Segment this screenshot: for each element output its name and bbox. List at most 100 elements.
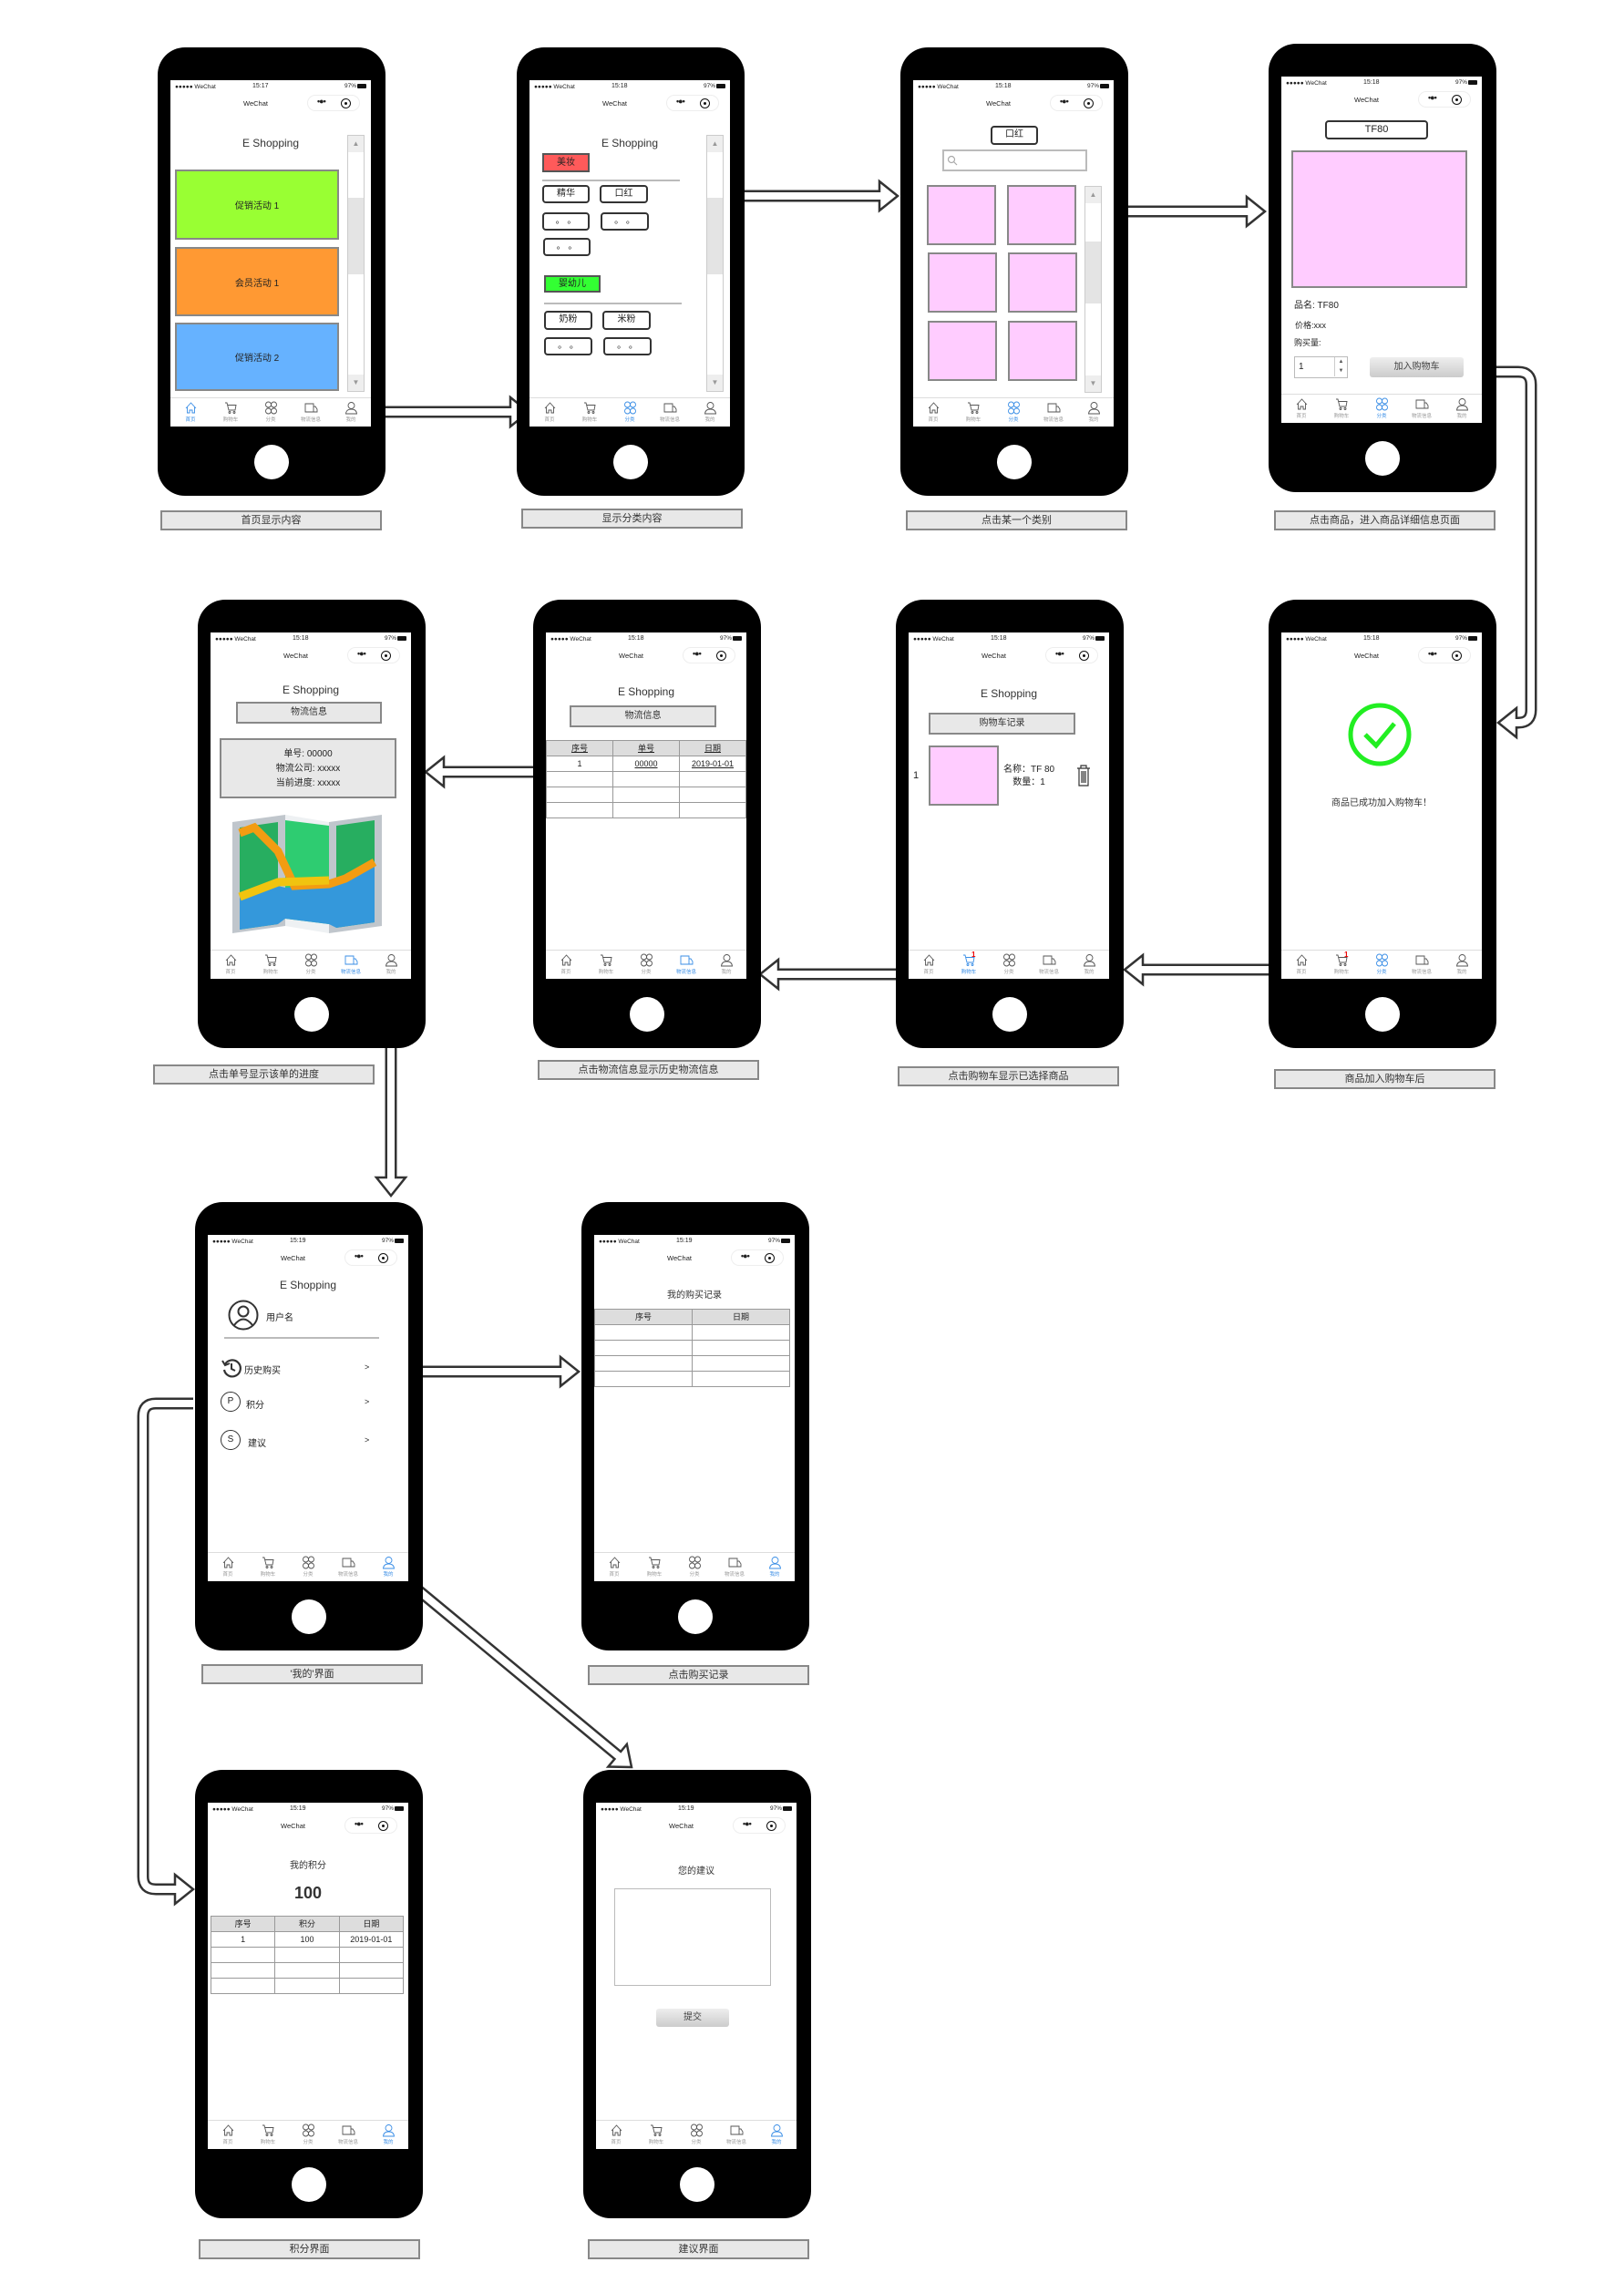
tab-category[interactable]: 分类: [251, 398, 291, 427]
tab-logistics[interactable]: 物流信息: [328, 1553, 368, 1581]
tab-cart[interactable]: 购物车 1: [949, 951, 989, 979]
subcategory-button[interactable]: 奶粉: [544, 311, 592, 330]
tab-cart[interactable]: 购物车: [570, 398, 610, 427]
add-to-cart-button[interactable]: 加入购物车: [1370, 357, 1464, 377]
tab-logistics[interactable]: 物流信息: [331, 951, 371, 979]
more-icon[interactable]: •●•: [743, 1819, 752, 1828]
home-button[interactable]: [680, 2167, 714, 2202]
subcategory-button[interactable]: 。 。: [543, 238, 591, 256]
capsule-menu[interactable]: •●•: [733, 1817, 786, 1834]
tab-home[interactable]: 首页: [170, 398, 211, 427]
home-button[interactable]: [1365, 441, 1400, 476]
more-icon[interactable]: •●•: [355, 1819, 364, 1828]
more-icon[interactable]: •●•: [317, 97, 326, 106]
home-button[interactable]: [292, 2167, 326, 2202]
tab-mine[interactable]: 我的: [368, 1553, 408, 1581]
menu-item-suggestion[interactable]: S 建议 >: [208, 1430, 408, 1452]
scrollbar[interactable]: ▲ ▼: [1084, 186, 1102, 393]
close-target-icon[interactable]: [1084, 98, 1094, 108]
product-thumbnail[interactable]: [928, 252, 997, 313]
tab-logistics[interactable]: 物流信息: [1402, 395, 1442, 423]
tab-category[interactable]: 分类: [291, 951, 331, 979]
suggestion-textarea[interactable]: [614, 1888, 771, 1986]
home-button[interactable]: [1365, 997, 1400, 1032]
submit-button[interactable]: 提交: [656, 2009, 729, 2027]
subcategory-button[interactable]: 米粉: [602, 311, 651, 330]
close-target-icon[interactable]: [378, 1821, 388, 1831]
subcategory-button[interactable]: 。 。: [542, 212, 590, 231]
tab-cart[interactable]: 购物车: [248, 2121, 288, 2149]
menu-item-points[interactable]: P 积分 >: [208, 1392, 408, 1414]
tab-mine[interactable]: 我的: [368, 2121, 408, 2149]
tab-logistics[interactable]: 物流信息: [716, 2121, 756, 2149]
category-tag-baby[interactable]: 婴幼儿: [544, 275, 601, 293]
category-button[interactable]: 口红: [991, 126, 1038, 145]
capsule-menu[interactable]: •●•: [344, 1249, 397, 1266]
capsule-menu[interactable]: •●•: [1418, 647, 1471, 663]
tab-cart[interactable]: 购物车: [586, 951, 626, 979]
tab-mine[interactable]: 我的: [690, 398, 730, 427]
more-icon[interactable]: •●•: [355, 1251, 364, 1260]
tab-mine[interactable]: 我的: [1069, 951, 1109, 979]
tab-mine[interactable]: 我的: [755, 1553, 795, 1581]
close-target-icon[interactable]: [765, 1253, 775, 1263]
close-target-icon[interactable]: [378, 1253, 388, 1263]
more-icon[interactable]: •●•: [1060, 97, 1069, 106]
cart-item-image[interactable]: [929, 745, 999, 806]
tab-logistics[interactable]: 物流信息: [666, 951, 706, 979]
tab-home[interactable]: 首页: [596, 2121, 636, 2149]
capsule-menu[interactable]: •●•: [1050, 95, 1103, 111]
more-icon[interactable]: •●•: [1055, 649, 1064, 658]
subcategory-button[interactable]: 精华: [542, 185, 590, 203]
tab-mine[interactable]: 我的: [756, 2121, 797, 2149]
tab-logistics[interactable]: 物流信息: [328, 2121, 368, 2149]
more-icon[interactable]: •●•: [676, 97, 685, 106]
home-button[interactable]: [613, 445, 648, 479]
tab-category[interactable]: 分类: [676, 2121, 716, 2149]
home-button[interactable]: [678, 1599, 713, 1634]
tab-category[interactable]: 分类: [674, 1553, 714, 1581]
product-thumbnail[interactable]: [927, 185, 996, 245]
tab-home[interactable]: 首页: [211, 951, 251, 979]
home-button[interactable]: [254, 445, 289, 479]
scrollbar[interactable]: ▲ ▼: [347, 135, 365, 392]
tab-cart[interactable]: 购物车: [1321, 395, 1362, 423]
home-button[interactable]: [992, 997, 1027, 1032]
tab-home[interactable]: 首页: [529, 398, 570, 427]
tab-mine[interactable]: 我的: [1442, 395, 1482, 423]
home-button[interactable]: [997, 445, 1032, 479]
product-thumbnail[interactable]: [928, 321, 997, 381]
cell-order-number[interactable]: 00000: [612, 756, 680, 772]
tab-mine[interactable]: 我的: [371, 951, 411, 979]
tab-category[interactable]: 分类: [1362, 395, 1402, 423]
tab-home[interactable]: 首页: [208, 2121, 248, 2149]
tab-logistics[interactable]: 物流信息: [650, 398, 690, 427]
tab-logistics[interactable]: 物流信息: [714, 1553, 755, 1581]
subcategory-button-lipstick[interactable]: 口红: [600, 185, 648, 203]
tab-cart[interactable]: 购物车: [636, 2121, 676, 2149]
close-target-icon[interactable]: [341, 98, 351, 108]
close-target-icon[interactable]: [716, 651, 726, 661]
promo-banner[interactable]: 促销活动 2: [175, 323, 339, 391]
tab-logistics[interactable]: 物流信息: [291, 398, 331, 427]
logistics-button[interactable]: 物流信息: [570, 705, 716, 727]
capsule-menu[interactable]: •●•: [666, 95, 719, 111]
home-button[interactable]: [292, 1599, 326, 1634]
tab-mine[interactable]: 我的: [1074, 398, 1114, 427]
quantity-stepper[interactable]: 1 ▲ ▼: [1294, 356, 1348, 378]
capsule-menu[interactable]: •●•: [1045, 647, 1098, 663]
logistics-button[interactable]: 物流信息: [236, 702, 382, 724]
tab-cart[interactable]: 购物车: [634, 1553, 674, 1581]
tab-mine[interactable]: 我的: [1442, 951, 1482, 979]
close-target-icon[interactable]: [1452, 651, 1462, 661]
tab-cart[interactable]: 购物车: [248, 1553, 288, 1581]
close-target-icon[interactable]: [766, 1821, 776, 1831]
capsule-menu[interactable]: •●•: [344, 1817, 397, 1834]
capsule-menu[interactable]: •●•: [1418, 91, 1471, 108]
tab-home[interactable]: 首页: [1281, 395, 1321, 423]
table-row[interactable]: 1 00000 2019-01-01: [546, 756, 746, 772]
tab-category[interactable]: 分类: [626, 951, 666, 979]
close-target-icon[interactable]: [381, 651, 391, 661]
product-thumbnail[interactable]: [1007, 185, 1076, 245]
more-icon[interactable]: •●•: [1428, 93, 1437, 102]
